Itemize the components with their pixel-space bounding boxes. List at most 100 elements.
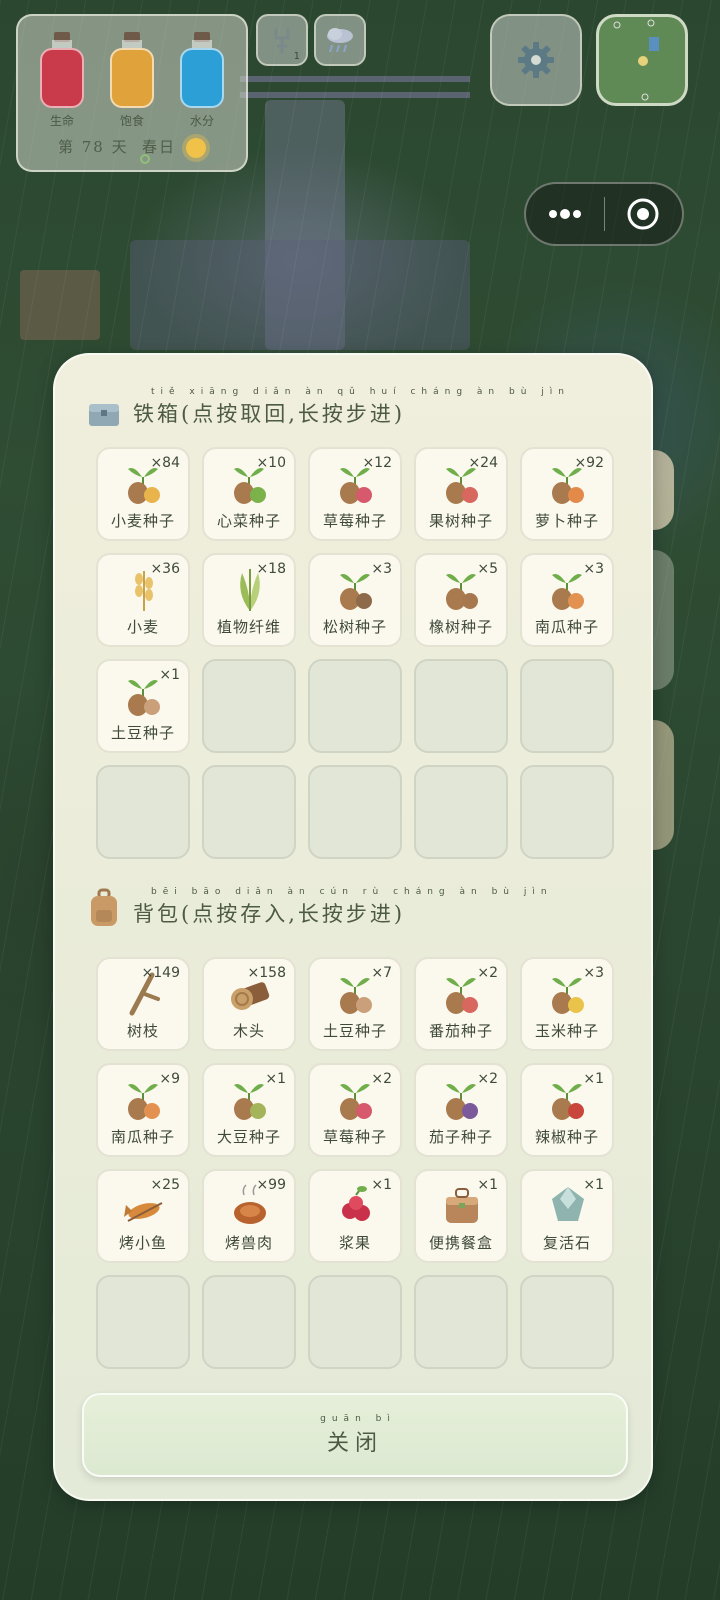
health-label: 生命 [49,114,74,128]
minimap-map-icon [613,19,659,101]
empty-slot[interactable] [202,1275,296,1369]
inventory-slot[interactable]: ×1 浆果 [308,1169,402,1263]
empty-slot[interactable] [414,765,508,859]
inventory-slot[interactable]: ×36 小麦 [96,553,190,647]
empty-slot[interactable] [308,1275,402,1369]
empty-slot[interactable] [202,765,296,859]
water-jar-icon [180,32,224,120]
item-name: 果树种子 [428,512,493,530]
item-quantity: ×2 [371,1071,392,1087]
item-name: 南瓜种子 [534,618,599,636]
inventory-slot[interactable]: ×25 烤小鱼 [96,1169,190,1263]
item-name: 松树种子 [322,618,387,636]
backpack-icon [91,888,117,926]
day-counter: 第 78 天 [58,138,129,156]
settings-button[interactable] [490,14,582,106]
item-quantity: ×1 [371,1177,392,1193]
inventory-slot[interactable]: ×1 大豆种子 [202,1063,296,1157]
item-name: 草莓种子 [322,512,387,530]
target-icon [627,198,659,230]
inventory-slot[interactable]: ×3 南瓜种子 [520,553,614,647]
menu-capsule [524,182,684,246]
chest-icon [89,404,119,426]
inventory-slot[interactable]: ×1 复活石 [520,1169,614,1263]
empty-slot[interactable] [96,765,190,859]
status-panel: 生命 饱食 水分 第 78 天 春日 [16,14,248,172]
chest-header: tiě xiāng diǎn àn qǔ huí cháng àn bù jìn… [87,387,570,428]
item-name: 浆果 [338,1234,371,1252]
sun-icon [186,138,206,158]
inventory-slot[interactable]: ×2 番茄种子 [414,957,508,1051]
close-pinyin: guān bì [320,1413,396,1424]
empty-slot[interactable] [202,659,296,753]
empty-slot[interactable] [414,659,508,753]
item-quantity: ×2 [477,1071,498,1087]
inventory-slot[interactable]: ×99 烤兽肉 [202,1169,296,1263]
empty-slot[interactable] [308,659,402,753]
item-name: 萝卜种子 [534,512,599,530]
item-quantity: ×24 [468,455,498,471]
inventory-slot[interactable]: ×2 茄子种子 [414,1063,508,1157]
item-quantity: ×3 [583,965,604,981]
inventory-slot[interactable]: ×149 树枝 [96,957,190,1051]
close-button[interactable]: guān bì 关闭 [82,1393,628,1477]
inventory-slot[interactable]: ×2 草莓种子 [308,1063,402,1157]
minimap[interactable] [596,14,688,106]
inventory-slot[interactable]: ×84 小麦种子 [96,447,190,541]
backpack-header: bēi bāo diǎn àn cún rù cháng àn bù jìn 背… [87,887,553,928]
food-label: 饱食 [119,114,144,128]
chest-title-pinyin: tiě xiāng diǎn àn qǔ huí cháng àn bù jìn [151,387,570,397]
gear-icon [518,42,554,78]
item-quantity: ×3 [371,561,392,577]
inventory-slot[interactable]: ×24 果树种子 [414,447,508,541]
item-name: 复活石 [542,1234,591,1252]
item-name: 烤兽肉 [224,1234,273,1252]
inventory-slot[interactable]: ×3 松树种子 [308,553,402,647]
inventory-slot[interactable]: ×1 土豆种子 [96,659,190,753]
item-name: 草莓种子 [322,1128,387,1146]
empty-slot[interactable] [414,1275,508,1369]
item-quantity: ×25 [150,1177,180,1193]
rain-cloud-icon [327,28,353,53]
empty-slot[interactable] [96,1275,190,1369]
empty-slot[interactable] [520,659,614,753]
item-quantity: ×1 [583,1071,604,1087]
inventory-slot[interactable]: ×18 植物纤维 [202,553,296,647]
inventory-slot[interactable]: ×9 南瓜种子 [96,1063,190,1157]
inventory-slot[interactable]: ×10 心菜种子 [202,447,296,541]
inventory-slot[interactable]: ×5 橡树种子 [414,553,508,647]
close-app-button[interactable] [605,184,683,244]
item-name: 小麦 [126,618,159,636]
inventory-slot[interactable]: ×1 便携餐盒 [414,1169,508,1263]
item-name: 大豆种子 [216,1128,281,1146]
inventory-slot[interactable]: ×7 土豆种子 [308,957,402,1051]
item-quantity: ×12 [362,455,392,471]
inventory-slot[interactable]: ×1 辣椒种子 [520,1063,614,1157]
item-quantity: ×1 [477,1177,498,1193]
inventory-slot[interactable]: ×12 草莓种子 [308,447,402,541]
tool-button[interactable]: 1 [256,14,308,66]
more-button[interactable] [526,184,604,244]
item-quantity: ×18 [256,561,286,577]
empty-slot[interactable] [520,765,614,859]
inventory-slot[interactable]: ×158 木头 [202,957,296,1051]
item-name: 南瓜种子 [110,1128,175,1146]
item-quantity: ×149 [141,965,180,981]
item-name: 木头 [232,1022,265,1040]
backpack-title: 背包(点按存入,长按步进) [133,902,406,926]
item-quantity: ×5 [477,561,498,577]
inventory-slot[interactable]: ×3 玉米种子 [520,957,614,1051]
food-jar-icon [110,32,154,120]
item-quantity: ×158 [247,965,286,981]
empty-slot[interactable] [520,1275,614,1369]
close-label: 关闭 [326,1430,383,1456]
item-quantity: ×92 [574,455,604,471]
item-name: 茄子种子 [428,1128,493,1146]
inventory-slot[interactable]: ×92 萝卜种子 [520,447,614,541]
empty-slot[interactable] [308,765,402,859]
weather-button[interactable] [314,14,366,66]
tool-count: 1 [293,51,300,62]
item-name: 小麦种子 [110,512,175,530]
tool-icon [274,28,290,54]
item-name: 橡树种子 [428,618,493,636]
